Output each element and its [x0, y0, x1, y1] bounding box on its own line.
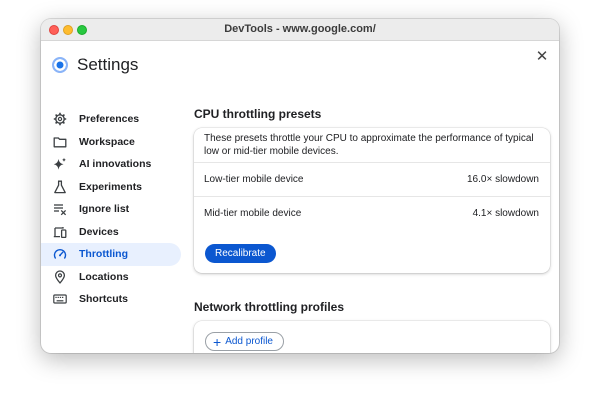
network-section-title: Network throttling profiles: [194, 300, 344, 314]
sidebar-item-ai-innovations[interactable]: AI innovations: [41, 153, 181, 176]
cpu-presets-card: These presets throttle your CPU to appro…: [194, 128, 550, 273]
preset-row-mid-tier: Mid-tier mobile device 4.1× slowdown: [194, 196, 550, 230]
settings-brand: Settings: [52, 55, 138, 75]
sidebar-item-preferences[interactable]: Preferences: [41, 108, 181, 131]
sidebar-item-shortcuts[interactable]: Shortcuts: [41, 288, 181, 311]
network-profiles-card: + Add profile: [194, 321, 550, 353]
preset-value: 4.1× slowdown: [472, 208, 539, 219]
settings-sidebar: Settings Preferences Workspace AI innova…: [41, 41, 191, 353]
sidebar-item-label: Throttling: [79, 248, 128, 261]
sidebar-item-workspace[interactable]: Workspace: [41, 131, 181, 154]
sidebar-item-experiments[interactable]: Experiments: [41, 176, 181, 199]
chrome-icon: [52, 57, 68, 73]
keyboard-icon: [53, 292, 67, 306]
sidebar-item-label: Experiments: [79, 180, 143, 193]
sidebar-item-devices[interactable]: Devices: [41, 221, 181, 244]
sidebar-item-ignore-list[interactable]: Ignore list: [41, 198, 181, 221]
add-profile-label: Add profile: [225, 336, 273, 347]
preset-name: Low-tier mobile device: [204, 174, 304, 185]
sidebar-item-label: Ignore list: [79, 203, 130, 216]
sidebar-item-label: Workspace: [79, 135, 135, 148]
title-bar: DevTools - www.google.com/: [41, 19, 559, 41]
speedometer-icon: [53, 247, 67, 261]
devtools-window: DevTools - www.google.com/ Settings Pref…: [41, 19, 559, 353]
preset-name: Mid-tier mobile device: [204, 208, 302, 219]
filter-list-icon: [53, 202, 67, 216]
devices-icon: [53, 225, 67, 239]
sidebar-item-label: Shortcuts: [79, 293, 129, 306]
settings-title: Settings: [77, 55, 139, 74]
window-title: DevTools - www.google.com/: [224, 23, 376, 35]
flask-icon: [53, 180, 67, 194]
settings-nav: Preferences Workspace AI innovations Exp…: [41, 108, 181, 311]
sidebar-item-label: Preferences: [79, 113, 140, 126]
sidebar-item-label: AI innovations: [79, 158, 152, 171]
location-pin-icon: [53, 270, 67, 284]
add-profile-button[interactable]: + Add profile: [205, 332, 284, 351]
folder-icon: [53, 135, 67, 149]
gear-icon: [53, 112, 67, 126]
plus-icon: +: [213, 333, 222, 350]
throttling-panel: CPU throttling presets These presets thr…: [194, 41, 551, 353]
sidebar-item-label: Devices: [79, 225, 119, 238]
cpu-section-title: CPU throttling presets: [194, 107, 322, 121]
preset-value: 16.0× slowdown: [467, 174, 539, 185]
sidebar-item-label: Locations: [79, 270, 129, 283]
cpu-description: These presets throttle your CPU to appro…: [204, 133, 534, 157]
sidebar-item-locations[interactable]: Locations: [41, 266, 181, 289]
sparkle-icon: [53, 157, 67, 171]
recalibrate-button[interactable]: Recalibrate: [205, 244, 276, 263]
sidebar-item-throttling[interactable]: Throttling: [41, 243, 181, 266]
preset-row-low-tier: Low-tier mobile device 16.0× slowdown: [194, 162, 550, 196]
